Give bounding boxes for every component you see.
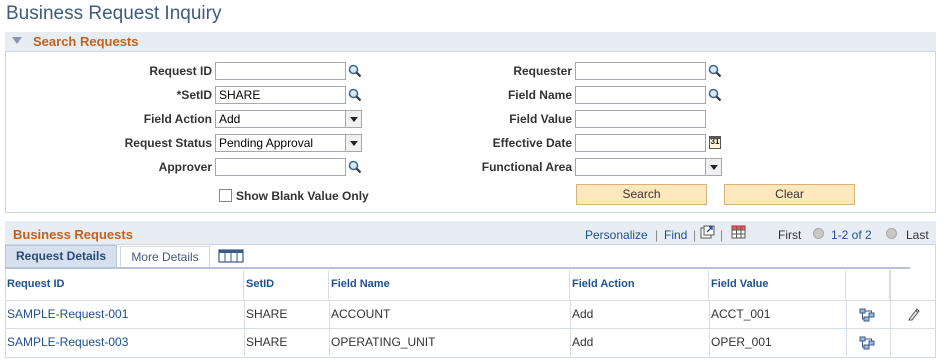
separator: | [693,228,697,242]
previous-arrow-icon[interactable] [813,228,824,239]
col-field-value[interactable]: Field Value [709,270,846,300]
chevron-down-icon[interactable] [705,159,721,175]
request-status-label: Request Status [124,136,212,150]
field-value-cell: ACCT_001 [711,307,771,321]
setid-label: *SetID [176,88,212,102]
last-label: Last [906,228,929,242]
setid-lookup-icon[interactable] [348,88,362,102]
approver-label: Approver [158,160,212,174]
clear-button[interactable]: Clear [724,184,855,205]
request-id-link[interactable]: SAMPLE-Request-001 [5,301,244,329]
first-label: First [778,228,802,242]
functional-area-select[interactable] [575,158,722,176]
approver-lookup-icon[interactable] [348,160,362,174]
field-name-cell: OPERATING_UNIT [331,335,436,349]
field-action-cell: Add [572,307,594,321]
request-id-lookup-icon[interactable] [348,64,362,78]
requester-lookup-icon[interactable] [708,64,722,78]
col-setid[interactable]: SetID [244,270,329,300]
effective-date-input[interactable] [575,134,706,152]
show-blank-value-checkbox[interactable] [219,189,232,202]
row-range: 1-2 of 2 [831,228,872,242]
setid-cell: SHARE [246,335,288,349]
calendar-icon[interactable]: 31 [709,136,721,149]
request-id-label: Request ID [149,64,212,78]
column-divider [244,300,245,356]
page-title: Business Request Inquiry [6,3,222,24]
field-name-label: Field Name [507,88,572,102]
column-divider [890,270,891,356]
grid-title: Business Requests [13,227,133,242]
request-status-select[interactable]: Pending Approval [215,134,362,152]
requester-input[interactable] [575,62,706,80]
search-panel-header[interactable]: Search Requests [5,32,936,52]
col-request-id[interactable]: Request ID [5,270,244,300]
chevron-down-icon[interactable] [345,135,361,151]
separator: | [655,228,659,242]
column-divider [570,300,571,356]
effective-date-label: Effective Date [492,136,572,150]
col-field-name[interactable]: Field Name [329,270,570,300]
field-action-label: Field Action [143,112,212,126]
search-button[interactable]: Search [576,184,707,205]
tab-underline [5,267,910,269]
related-content-icon[interactable] [859,308,875,322]
setid-cell: SHARE [246,307,288,321]
download-grid-icon[interactable] [731,225,747,239]
request-status-value: Pending Approval [219,136,314,150]
personalize-link[interactable]: Personalize [585,228,648,242]
field-action-cell: Add [572,335,594,349]
collapse-triangle-icon[interactable] [12,37,22,44]
col-related [846,270,890,300]
functional-area-label: Functional Area [481,160,572,174]
field-name-input[interactable] [575,86,706,104]
show-blank-value-label: Show Blank Value Only [236,189,369,203]
col-field-action[interactable]: Field Action [570,270,709,300]
field-value-label: Field Value [509,112,572,126]
next-arrow-icon[interactable] [886,228,897,239]
search-panel-title: Search Requests [33,34,139,49]
separator: | [720,228,724,242]
find-link[interactable]: Find [664,228,687,242]
show-all-columns-icon[interactable] [218,249,244,263]
column-divider [329,300,330,356]
chevron-down-icon[interactable] [345,111,361,127]
request-id-input[interactable] [215,62,346,80]
field-name-cell: ACCOUNT [331,307,391,321]
tab-more-details[interactable]: More Details [120,246,210,267]
field-value-cell: OPER_001 [711,335,772,349]
new-window-icon[interactable] [700,225,715,239]
setid-input[interactable]: SHARE [215,86,346,104]
field-value-input[interactable] [575,110,706,128]
requester-label: Requester [513,64,572,78]
request-id-link[interactable]: SAMPLE-Request-003 [5,329,244,357]
approver-input[interactable] [215,158,346,176]
field-action-value: Add [219,112,241,126]
field-name-lookup-icon[interactable] [708,88,722,102]
tab-request-details[interactable]: Request Details [5,245,117,267]
pencil-icon[interactable] [907,307,921,321]
column-divider [846,300,847,356]
column-divider [709,300,710,356]
related-content-icon[interactable] [859,336,875,350]
field-action-select[interactable]: Add [215,110,362,128]
